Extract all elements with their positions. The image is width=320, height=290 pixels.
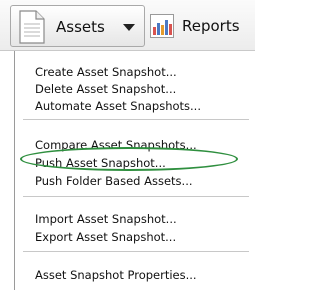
menu-item-compare-asset-snapshots[interactable]: Compare Asset Snapshots... [35,137,197,153]
menu-item-push-folder-based-assets[interactable]: Push Folder Based Assets... [35,173,193,189]
reports-menu-label: Reports [182,17,240,35]
reports-menu-button[interactable]: Reports [148,5,255,47]
menu-item-asset-snapshot-properties[interactable]: Asset Snapshot Properties... [35,267,197,283]
toolbar: Assets Reports [0,0,255,51]
menu-separator [23,196,249,197]
menu-item-delete-asset-snapshot[interactable]: Delete Asset Snapshot... [35,81,176,97]
bar-chart-icon [150,14,174,38]
menu-item-export-asset-snapshot[interactable]: Export Asset Snapshot... [35,229,176,245]
caret-down-icon [123,24,135,31]
assets-menu-label: Assets [56,18,105,36]
app-window: Assets Reports Create Asset Snapshot... … [0,0,255,290]
menu-item-create-asset-snapshot[interactable]: Create Asset Snapshot... [35,64,177,80]
assets-dropdown-menu: Create Asset Snapshot... Delete Asset Sn… [14,51,255,290]
document-icon [19,10,45,44]
menu-separator [23,251,249,252]
assets-menu-button[interactable]: Assets [10,5,145,47]
menu-item-push-asset-snapshot[interactable]: Push Asset Snapshot... [35,155,166,171]
menu-item-automate-asset-snapshots[interactable]: Automate Asset Snapshots... [35,98,201,114]
menu-separator [23,119,249,120]
menu-item-import-asset-snapshot[interactable]: Import Asset Snapshot... [35,211,177,227]
